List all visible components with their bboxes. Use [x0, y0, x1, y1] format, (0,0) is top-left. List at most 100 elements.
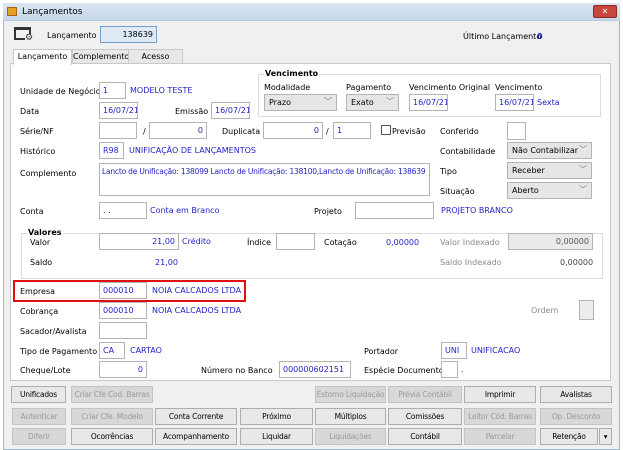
situacao-value: Aberto	[512, 186, 539, 195]
portador-code-input[interactable]: UNI	[441, 342, 467, 359]
modalidade-label: Modalidade	[264, 83, 311, 92]
multiplos-button[interactable]: Múltiplos	[315, 408, 386, 425]
title-bar: Lançamentos ✕	[3, 3, 620, 21]
especie-label: Espécie Documento	[364, 366, 444, 375]
more-dropdown-icon[interactable]: ▾	[599, 428, 612, 445]
cobranca-code-input[interactable]: 000010	[99, 302, 147, 319]
lancamento-number-input[interactable]: 138639	[100, 26, 157, 43]
tab-acesso[interactable]: Acesso	[128, 49, 183, 64]
historico-code-input[interactable]: R98	[99, 142, 124, 159]
proximo-button[interactable]: Próximo	[240, 408, 313, 425]
ocorrencias-button[interactable]: Ocorrências	[71, 428, 153, 445]
window-title: Lançamentos	[22, 7, 83, 17]
criar-cfe-cod-barras-button: Criar Cfe Cod. Barras	[71, 386, 153, 403]
previsao-checkbox[interactable]	[381, 125, 391, 135]
serie-input[interactable]	[99, 122, 137, 139]
pagamento-value: Exato	[351, 98, 374, 107]
modalidade-select[interactable]: Prazo ﹀	[264, 94, 337, 111]
cobranca-name: NOIA CALCADOS LTDA	[152, 306, 242, 315]
tipo-pagamento-label: Tipo de Pagamento	[20, 347, 98, 356]
comissoes-button[interactable]: Comissões	[388, 408, 462, 425]
vencimento-label: Vencimento	[495, 83, 543, 92]
portador-label: Portador	[364, 347, 399, 356]
op-desconto-button: Op. Desconto	[540, 408, 612, 425]
conta-input[interactable]: . .	[99, 202, 147, 219]
data-label: Data	[20, 107, 40, 116]
saldo-indexado-label: Saldo Indexado	[440, 258, 502, 267]
contabilidade-select[interactable]: Não Contabilizar ﹀	[507, 142, 592, 159]
ordem-input	[579, 300, 594, 320]
unificados-button[interactable]: Unificados	[11, 386, 66, 403]
valor-indexado-label: Valor Indexado	[440, 238, 500, 247]
contabil-button[interactable]: Contábil	[388, 428, 462, 445]
indice-label: Índice	[247, 238, 272, 247]
tipo-select[interactable]: Receber ﹀	[507, 162, 592, 179]
conta-label: Conta	[20, 207, 44, 216]
chevron-down-icon: ﹀	[579, 165, 587, 174]
data-input[interactable]: 16/07/21	[99, 102, 138, 119]
especie-input[interactable]	[441, 361, 458, 378]
chevron-down-icon: ﹀	[324, 97, 332, 106]
retencao-button[interactable]: Retenção	[540, 428, 598, 445]
estorno-liquidacao-button: Estorno Liquidação	[315, 386, 386, 403]
app-icon	[7, 7, 17, 16]
situacao-select[interactable]: Aberto ﹀	[507, 182, 592, 199]
sacador-label: Sacador/Avalista	[20, 327, 87, 336]
sacador-input[interactable]	[99, 322, 147, 339]
conta-corrente-button[interactable]: Conta Corrente	[155, 408, 237, 425]
projeto-input[interactable]	[355, 202, 434, 219]
pagamento-select[interactable]: Exato ﹀	[346, 94, 399, 111]
historico-label: Histórico	[20, 147, 56, 156]
nf-separator: /	[143, 127, 146, 136]
saldo-value: 21,00	[155, 258, 178, 267]
historico-name: UNIFICAÇÃO DE LANÇAMENTOS	[129, 146, 256, 155]
numero-banco-input[interactable]: 000000602151	[279, 361, 351, 378]
vencimento-weekday: Sexta	[537, 98, 560, 107]
ultimo-lancamento-value: 0	[537, 32, 543, 41]
vencimento-original-input[interactable]: 16/07/21	[409, 94, 448, 111]
tab-complemento[interactable]: Complemento	[72, 49, 129, 64]
diferir-button: Diferir	[12, 428, 66, 445]
cheque-input[interactable]: 0	[99, 361, 147, 378]
credito-label: Crédito	[182, 237, 211, 246]
duplicata-separator: /	[326, 127, 329, 136]
projeto-label: Projeto	[314, 207, 342, 216]
autenticar-button: Autenticar	[12, 408, 66, 425]
empresa-name: NOIA CALCADOS LTDA	[152, 286, 242, 295]
emissao-input[interactable]: 16/07/21	[211, 102, 250, 119]
chevron-down-icon: ﹀	[579, 145, 587, 154]
indice-input[interactable]	[276, 233, 315, 250]
imprimir-button[interactable]: Imprimir	[464, 386, 536, 403]
vencimento-input[interactable]: 16/07/21	[495, 94, 534, 111]
parcela-input[interactable]: 1	[333, 122, 371, 139]
unidade-code-input[interactable]: 1	[99, 82, 126, 99]
leitor-cod-barras-button: Leitor Cód. Barras	[464, 408, 536, 425]
cotacao-value: 0,00000	[386, 238, 420, 247]
vencimento-title: Vencimento	[264, 68, 320, 79]
contabilidade-value: Não Contabilizar	[512, 146, 579, 155]
complemento-textarea[interactable]: Lancto de Unificação: 138099 Lancto de U…	[99, 163, 430, 196]
contabilidade-label: Contabilidade	[440, 147, 496, 156]
empresa-label: Empresa	[20, 287, 56, 296]
nf-input[interactable]: 0	[149, 122, 207, 139]
conferido-input[interactable]	[507, 122, 526, 140]
saldo-label: Saldo	[30, 258, 53, 267]
numero-banco-label: Número no Banco	[201, 366, 273, 375]
liquidar-button[interactable]: Liquidar	[240, 428, 313, 445]
close-button[interactable]: ✕	[593, 5, 617, 18]
pagamento-label: Pagamento	[346, 83, 392, 92]
tipo-value: Receber	[512, 166, 545, 175]
valor-input[interactable]: 21,00	[99, 233, 179, 250]
empresa-code-input[interactable]: 000010	[99, 282, 147, 299]
criar-cfe-modelo-button: Criar Cfe. Modelo	[71, 408, 153, 425]
emissao-label: Emissão	[175, 107, 209, 116]
valor-label: Valor	[30, 238, 51, 247]
acompanhamento-button[interactable]: Acompanhamento	[155, 428, 237, 445]
vencimento-original-label: Vencimento Original	[409, 83, 491, 92]
tab-lancamento[interactable]: Lançamento	[13, 49, 72, 65]
cobranca-label: Cobrança	[20, 307, 59, 316]
avalistas-button[interactable]: Avalistas	[540, 386, 612, 403]
tipo-pagamento-code-input[interactable]: CA	[99, 342, 125, 359]
gear-icon: ⚙	[25, 33, 34, 43]
duplicata-input[interactable]: 0	[263, 122, 323, 139]
